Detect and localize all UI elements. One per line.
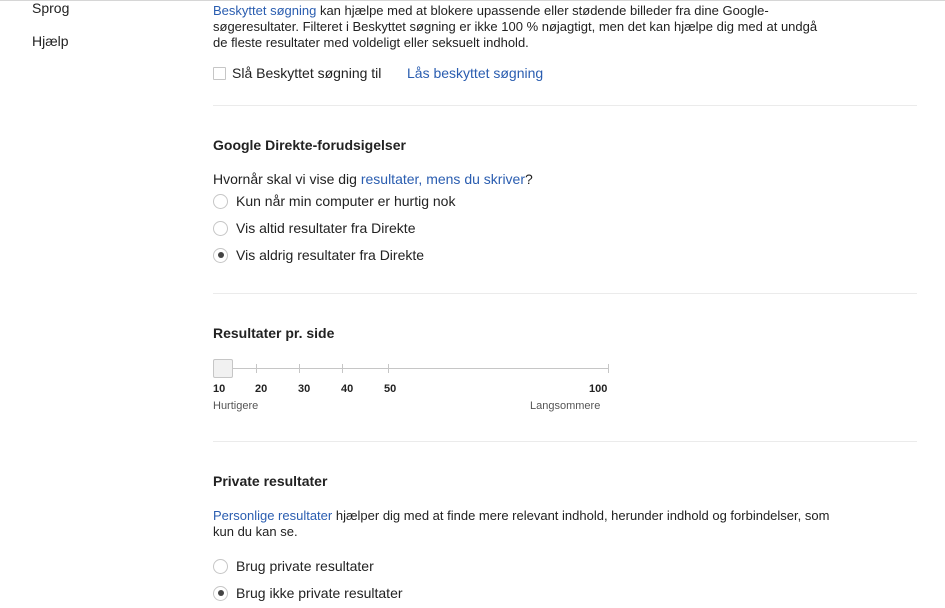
section-divider [213,105,917,106]
slider-label-10: 10 [213,383,226,395]
private-desc-line1: hjælper dig med at finde mere relevant i… [332,508,830,523]
instant-option-label: Vis aldrig resultater fra Direkte [236,247,425,263]
results-slider-handle[interactable] [213,359,233,378]
safesearch-checkbox[interactable] [213,67,226,80]
private-option-label: Brug ikke private resultater [236,585,403,601]
safesearch-desc-line3: de fleste resultater med voldeligt eller… [213,35,529,50]
instant-question: Hvornår skal vi vise dig resultater, men… [213,171,533,187]
safesearch-description: Beskyttet søgning kan hjælpe med at blok… [213,3,917,51]
slider-label-30: 30 [298,383,311,395]
slider-tick [388,364,389,373]
instant-question-mark: ? [525,171,533,187]
instant-option-fast-computer[interactable]: Kun når min computer er hurtig nok [213,191,455,211]
slider-label-50: 50 [384,383,397,395]
instant-heading: Google Direkte-forudsigelser [213,137,406,153]
instant-results-link[interactable]: resultater, mens du skriver [361,171,525,187]
section-divider [213,293,917,294]
private-option-use[interactable]: Brug private resultater [213,556,374,576]
slider-caption-slower: Langsommere [530,400,601,412]
safesearch-checkbox-label[interactable]: Slå Beskyttet søgning til [232,65,381,81]
slider-label-40: 40 [341,383,354,395]
instant-option-never[interactable]: Vis aldrig resultater fra Direkte [213,245,424,265]
slider-label-100: 100 [589,383,608,395]
personal-results-link[interactable]: Personlige resultater [213,508,332,523]
slider-tick [256,364,257,373]
radio-button[interactable] [213,193,228,209]
results-slider-track[interactable] [213,368,609,369]
section-divider [213,441,917,442]
slider-label-20: 20 [255,383,268,395]
sidebar-item-hjaelp[interactable]: Hjælp [32,33,69,49]
instant-option-always[interactable]: Vis altid resultater fra Direkte [213,218,415,238]
instant-option-label: Kun når min computer er hurtig nok [236,193,456,209]
top-border [0,0,945,1]
private-results-heading: Private resultater [213,473,328,489]
lock-safesearch-link[interactable]: Lås beskyttet søgning [407,65,543,81]
instant-question-text: Hvornår skal vi vise dig [213,171,361,187]
safesearch-link[interactable]: Beskyttet søgning [213,3,316,18]
slider-caption-faster: Hurtigere [213,400,259,412]
instant-option-label: Vis altid resultater fra Direkte [236,220,416,236]
safesearch-desc-line2: søgeresultater. Filteret i Beskyttet søg… [213,19,818,34]
slider-tick [608,364,609,373]
private-desc-line2: kun du kan se. [213,524,298,539]
radio-button[interactable] [213,558,228,574]
results-per-page-heading: Resultater pr. side [213,325,335,341]
radio-button-selected[interactable] [213,585,228,601]
radio-button[interactable] [213,220,228,236]
slider-tick [342,364,343,373]
private-results-description: Personlige resultater hjælper dig med at… [213,508,917,540]
slider-tick [299,364,300,373]
safesearch-desc-line1: kan hjælpe med at blokere upassende elle… [316,3,769,18]
private-option-dont-use[interactable]: Brug ikke private resultater [213,583,403,603]
sidebar-item-sprog[interactable]: Sprog [32,0,69,16]
radio-button-selected[interactable] [213,247,228,263]
private-option-label: Brug private resultater [236,558,374,574]
